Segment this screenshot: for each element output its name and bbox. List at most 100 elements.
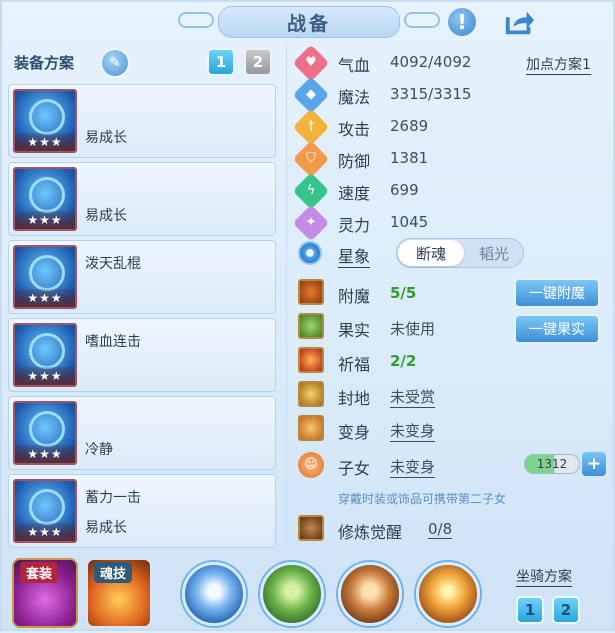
equipment-slot-2[interactable]: ★★★ 易成长: [8, 162, 276, 236]
constellation-row: 星象 断魂 韬光: [296, 238, 606, 268]
buff-transform: 变身 未变身: [296, 414, 606, 444]
buff-value: 5/5: [390, 284, 417, 302]
spirit-icon: ✦: [292, 204, 330, 242]
stat-value: 3315/3315: [390, 85, 472, 103]
toggle-option-active[interactable]: 断魂: [398, 240, 464, 266]
skill-orb-fist-icon[interactable]: [182, 562, 246, 626]
stat-name: 气血: [338, 56, 371, 75]
title-ornament-left: [178, 12, 214, 28]
stat-attack: † 攻击 2689: [292, 108, 606, 146]
edit-plan-button[interactable]: ✎: [100, 48, 130, 78]
child-value[interactable]: 未变身: [390, 456, 436, 478]
buff-name: 附魔: [338, 287, 371, 306]
child-row: ☺ 子女 未变身 1312 +: [296, 450, 606, 480]
child-count-bar: 1312: [524, 454, 580, 474]
mount-tab-1[interactable]: 1: [516, 596, 544, 624]
cultivation-value[interactable]: 0/8: [428, 520, 453, 539]
child-icon: ☺: [298, 452, 324, 478]
equipment-icon: ★★★: [13, 323, 77, 387]
equipment-plan-label: 装备方案: [14, 54, 75, 72]
plan-tab-2[interactable]: 2: [244, 48, 272, 76]
heart-icon: ♥: [292, 44, 330, 82]
constellation-icon: [298, 241, 322, 265]
attributes-panel: 加点方案1 ♥ 气血 4092/4092 ◆ 魔法 3315/3315 † 攻击…: [288, 42, 610, 548]
stat-name: 攻击: [338, 120, 371, 139]
equipment-trait: 易成长: [85, 130, 127, 146]
buff-name: 变身: [338, 423, 371, 442]
equipment-skill: 嗜血连击: [85, 334, 141, 350]
shield-icon: ⛉: [292, 140, 330, 178]
title-plate: 战备: [218, 6, 400, 38]
stat-value: 4092/4092: [390, 53, 472, 71]
equipment-header: 装备方案 ✎ 1 2: [8, 44, 282, 80]
set-tab-label: 套装: [20, 562, 59, 583]
equipment-icon: ★★★: [13, 401, 77, 465]
bottom-bar: 套装 魂技 坐骑方案 1 2: [2, 550, 615, 633]
buff-value[interactable]: 未受赏: [390, 386, 436, 408]
page-title: 战备: [286, 12, 331, 35]
buff-name: 果实: [338, 321, 371, 340]
cultivation-name: 修炼觉醒: [338, 523, 403, 542]
stat-name: 魔法: [338, 88, 371, 107]
scroll-icon: [298, 381, 324, 407]
equipment-slot-6[interactable]: ★★★ 蓄力一击 易成长: [8, 474, 276, 548]
equipment-slot-4[interactable]: ★★★ 嗜血连击: [8, 318, 276, 392]
skill-orb-warrior-icon[interactable]: [416, 562, 480, 626]
constellation-toggle[interactable]: 断魂 韬光: [396, 238, 524, 268]
equipment-slot-1[interactable]: ★★★ 易成长: [8, 84, 276, 158]
equipment-slot-3[interactable]: ★★★ 泼天乱棍: [8, 240, 276, 314]
mount-plan-label[interactable]: 坐骑方案: [516, 566, 572, 587]
share-button[interactable]: [504, 6, 536, 38]
child-hint: 穿戴时装或饰品可携带第二子女: [338, 492, 507, 506]
equipment-skill: 泼天乱棍: [85, 256, 141, 272]
equipment-trait: 易成长: [85, 520, 127, 536]
plan-tab-1[interactable]: 1: [207, 48, 235, 76]
child-name: 子女: [338, 459, 371, 478]
stat-name: 灵力: [338, 216, 371, 235]
stat-value: 699: [390, 181, 419, 199]
buff-value[interactable]: 未变身: [390, 420, 436, 442]
title-ornament-right: [404, 12, 440, 28]
cultivation-icon: [298, 515, 324, 541]
speed-icon: ϟ: [292, 172, 330, 210]
stat-value: 1381: [390, 149, 429, 167]
stat-name: 防御: [338, 152, 371, 171]
blessing-icon: [298, 347, 324, 373]
set-tab[interactable]: 套装: [12, 558, 78, 628]
stat-spirit: ✦ 灵力 1045: [292, 204, 606, 242]
equipment-icon: ★★★: [13, 167, 77, 231]
buff-value: 未使用: [390, 320, 436, 338]
stat-value: 1045: [390, 213, 429, 231]
skill-orb-axe-icon[interactable]: [338, 562, 402, 626]
stat-speed: ϟ 速度 699: [292, 172, 606, 210]
stat-defense: ⛉ 防御 1381: [292, 140, 606, 178]
one-click-fruit-button[interactable]: 一键果实: [514, 314, 600, 344]
stat-value: 2689: [390, 117, 429, 135]
equipment-slot-5[interactable]: ★★★ 冷静: [8, 396, 276, 470]
sword-icon: †: [292, 108, 330, 146]
mount-tab-2[interactable]: 2: [552, 596, 580, 624]
equipment-trait: 易成长: [85, 208, 127, 224]
exclamation-icon: !: [457, 10, 467, 34]
column-divider: [286, 46, 287, 546]
skill-orb-strike-icon[interactable]: [260, 562, 324, 626]
transform-icon: [298, 415, 324, 441]
stat-mp: ◆ 魔法 3315/3315: [292, 76, 606, 114]
soul-skill-tab[interactable]: 魂技: [86, 558, 152, 628]
buff-fief: 封地 未受赏: [296, 380, 606, 410]
equipment-icon: ★★★: [13, 479, 77, 543]
buff-blessing: 祈福 2/2: [296, 346, 606, 376]
stat-name: 速度: [338, 184, 371, 203]
stat-hp: ♥ 气血 4092/4092: [292, 44, 606, 82]
fruit-icon: [298, 313, 324, 339]
constellation-link[interactable]: 星象: [338, 243, 371, 268]
one-click-enchant-button[interactable]: 一键附魔: [514, 278, 600, 308]
toggle-option-inactive[interactable]: 韬光: [467, 243, 521, 264]
child-add-button[interactable]: +: [582, 452, 606, 476]
equipment-skill: 蓄力一击: [85, 490, 141, 506]
buff-name: 祈福: [338, 355, 371, 374]
info-button[interactable]: !: [446, 6, 478, 38]
equipment-trait: 冷静: [85, 442, 113, 458]
mana-icon: ◆: [292, 76, 330, 114]
cultivation-row: 修炼觉醒 0/8: [296, 514, 606, 544]
